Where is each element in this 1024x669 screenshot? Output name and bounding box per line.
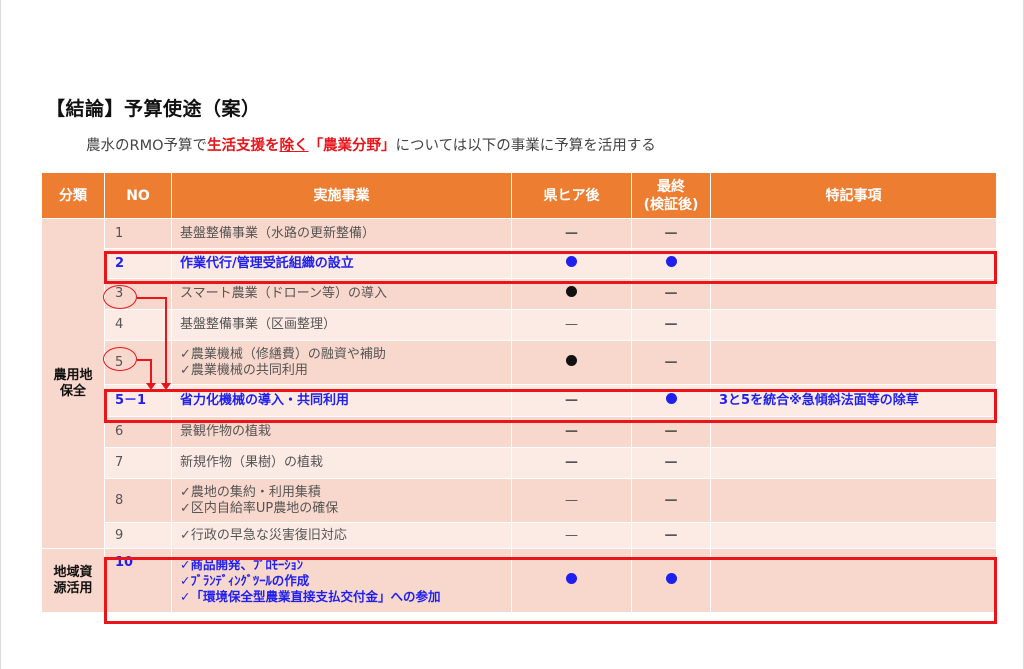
arrow-line-3-h [137,297,166,299]
page-border-left [0,0,1,669]
table-row: 7 新規作物（果樹）の植栽 — — [42,447,997,479]
header-final-line2: (検証後) [643,196,699,213]
row-after [511,340,632,385]
header-final-line1: 最終 [657,178,685,195]
row-final: — [631,340,711,385]
row-after: — [511,416,632,448]
row-no: 9 [104,522,172,549]
row-final: — [631,522,711,549]
row-project: 景観作物の植栽 [171,416,512,448]
row-after: — [511,447,632,479]
filled-dot-icon [566,572,577,584]
header-no: NO [104,172,172,219]
arrow-line-5-v [150,359,152,385]
slide-title: 【結論】予算使途（案） [46,98,261,120]
table-row: 農用地 保全 1 基盤整備事業（水路の更新整備） — — [41,218,997,549]
table-row: 9 ✓行政の早急な災害復旧対応 — — [42,522,997,549]
row-note [710,218,997,249]
arrow-head-5-icon [146,383,156,390]
filled-dot-icon [566,354,577,366]
row-no: 8 [104,478,172,523]
row-project: 作業代行/管理受託組織の設立 [171,248,512,279]
row-project: ✓農業機械（修繕費）の融資や補助 ✓農業機械の共同利用 [171,340,512,385]
filled-dot-icon [566,286,577,297]
row-note [710,522,997,549]
row-final: — [631,278,711,310]
table-header-row: 分類 NO 実施事業 県ヒア後 最終 (検証後) 特記事項 [41,172,997,219]
category-regional: 地域資 源活用 [41,548,105,613]
row-no: 2 [104,248,172,279]
row-no: 4 [104,309,172,341]
row-project: 基盤整備事業（水路の更新整備） [171,218,512,249]
row-project: 基盤整備事業（区画整理） [171,309,512,341]
row-final: — [631,218,711,249]
filled-dot-icon [665,255,677,267]
row-note [710,447,997,479]
row-final: — [631,309,711,341]
row-after [511,278,632,310]
table-row: 5 ✓農業機械（修繕費）の融資や補助 ✓農業機械の共同利用 — [42,340,997,385]
header-category: 分類 [41,172,105,219]
row-note [710,416,997,448]
table-row: 3 スマート農業（ドローン等）の導入 — [42,278,997,310]
table-row: 5－1 省力化機械の導入・共同利用 — 3と5を統合※急傾斜法面等の除草 [42,384,997,417]
budget-table: 分類 NO 実施事業 県ヒア後 最終 (検証後) 特記事項 農用地 保全 1 基盤整… [41,172,997,613]
filled-dot-icon [665,392,677,404]
arrow-head-3-icon [161,383,171,390]
row-project: ✓行政の早急な災害復旧対応 [171,522,512,549]
row-note: 3と5を統合※急傾斜法面等の除草 [710,384,997,417]
header-after-hearing: 県ヒア後 [511,172,632,219]
row-after: — [511,522,632,549]
subtitle-part-1: 農水のRMO予算で [86,138,207,154]
filled-dot-icon [566,255,577,267]
table-row: 8 ✓農地の集約・利用集積 ✓区内自給率UP農地の確保 — — [42,478,997,523]
filled-dot-icon [665,572,677,584]
row-after [511,248,632,279]
row-project: 省力化機械の導入・共同利用 [171,384,512,417]
circle-marker-5 [103,347,137,371]
table-row: 2 作業代行/管理受託組織の設立 [42,248,997,279]
table-row: 地域資 源活用 10 ✓商品開発、ﾌﾟﾛﾓｰｼｮﾝ ✓ﾌﾞﾗﾝﾃﾞｨﾝｸﾞﾂｰﾙの作… [41,548,997,613]
row-final [631,248,711,279]
table-row: 4 基盤整備事業（区画整理） — — [42,309,997,341]
slide-subtitle: 農水のRMO予算で生活支援を除く「農業分野」については以下の事業に予算を活用する [86,134,656,155]
row-no: 7 [104,447,172,479]
row-no: 10 [104,548,172,613]
row-final: — [631,478,711,523]
header-notes: 特記事項 [710,172,997,219]
header-final: 最終 (検証後) [631,172,711,219]
row-after: — [511,478,632,523]
row-after: — [511,218,632,249]
row-note [710,548,997,613]
row-after: — [511,384,632,417]
row-no: 1 [104,218,172,249]
row-note [710,340,997,385]
row-note [710,278,997,310]
row-note [710,309,997,341]
subtitle-part-2: 生活支援を [207,138,280,154]
category-farmland: 農用地 保全 [41,218,105,549]
subtitle-part-5: については以下の事業に予算を活用する [395,138,656,154]
row-project: ✓農地の集約・利用集積 ✓区内自給率UP農地の確保 [171,478,512,523]
row-final: — [631,447,711,479]
header-project: 実施事業 [171,172,512,219]
row-no: 6 [104,416,172,448]
subtitle-part-3: 除く [279,138,309,154]
circle-marker-3 [103,285,137,309]
row-note [710,248,997,279]
row-final [631,548,711,613]
row-final: — [631,416,711,448]
row-after: — [511,309,632,341]
table-row: 6 景観作物の植栽 — — [42,416,997,448]
row-after [511,548,632,613]
row-project: 新規作物（果樹）の植栽 [171,447,512,479]
row-project: ✓商品開発、ﾌﾟﾛﾓｰｼｮﾝ ✓ﾌﾞﾗﾝﾃﾞｨﾝｸﾞﾂｰﾙの作成 ✓「環境保全型農業… [171,548,512,613]
row-final [631,384,711,417]
row-project: スマート農業（ドローン等）の導入 [171,278,512,310]
row-note [710,478,997,523]
arrow-line-5-h [137,359,151,361]
arrow-line-3-v [165,297,167,385]
subtitle-part-4: 「農業分野」 [308,138,396,154]
